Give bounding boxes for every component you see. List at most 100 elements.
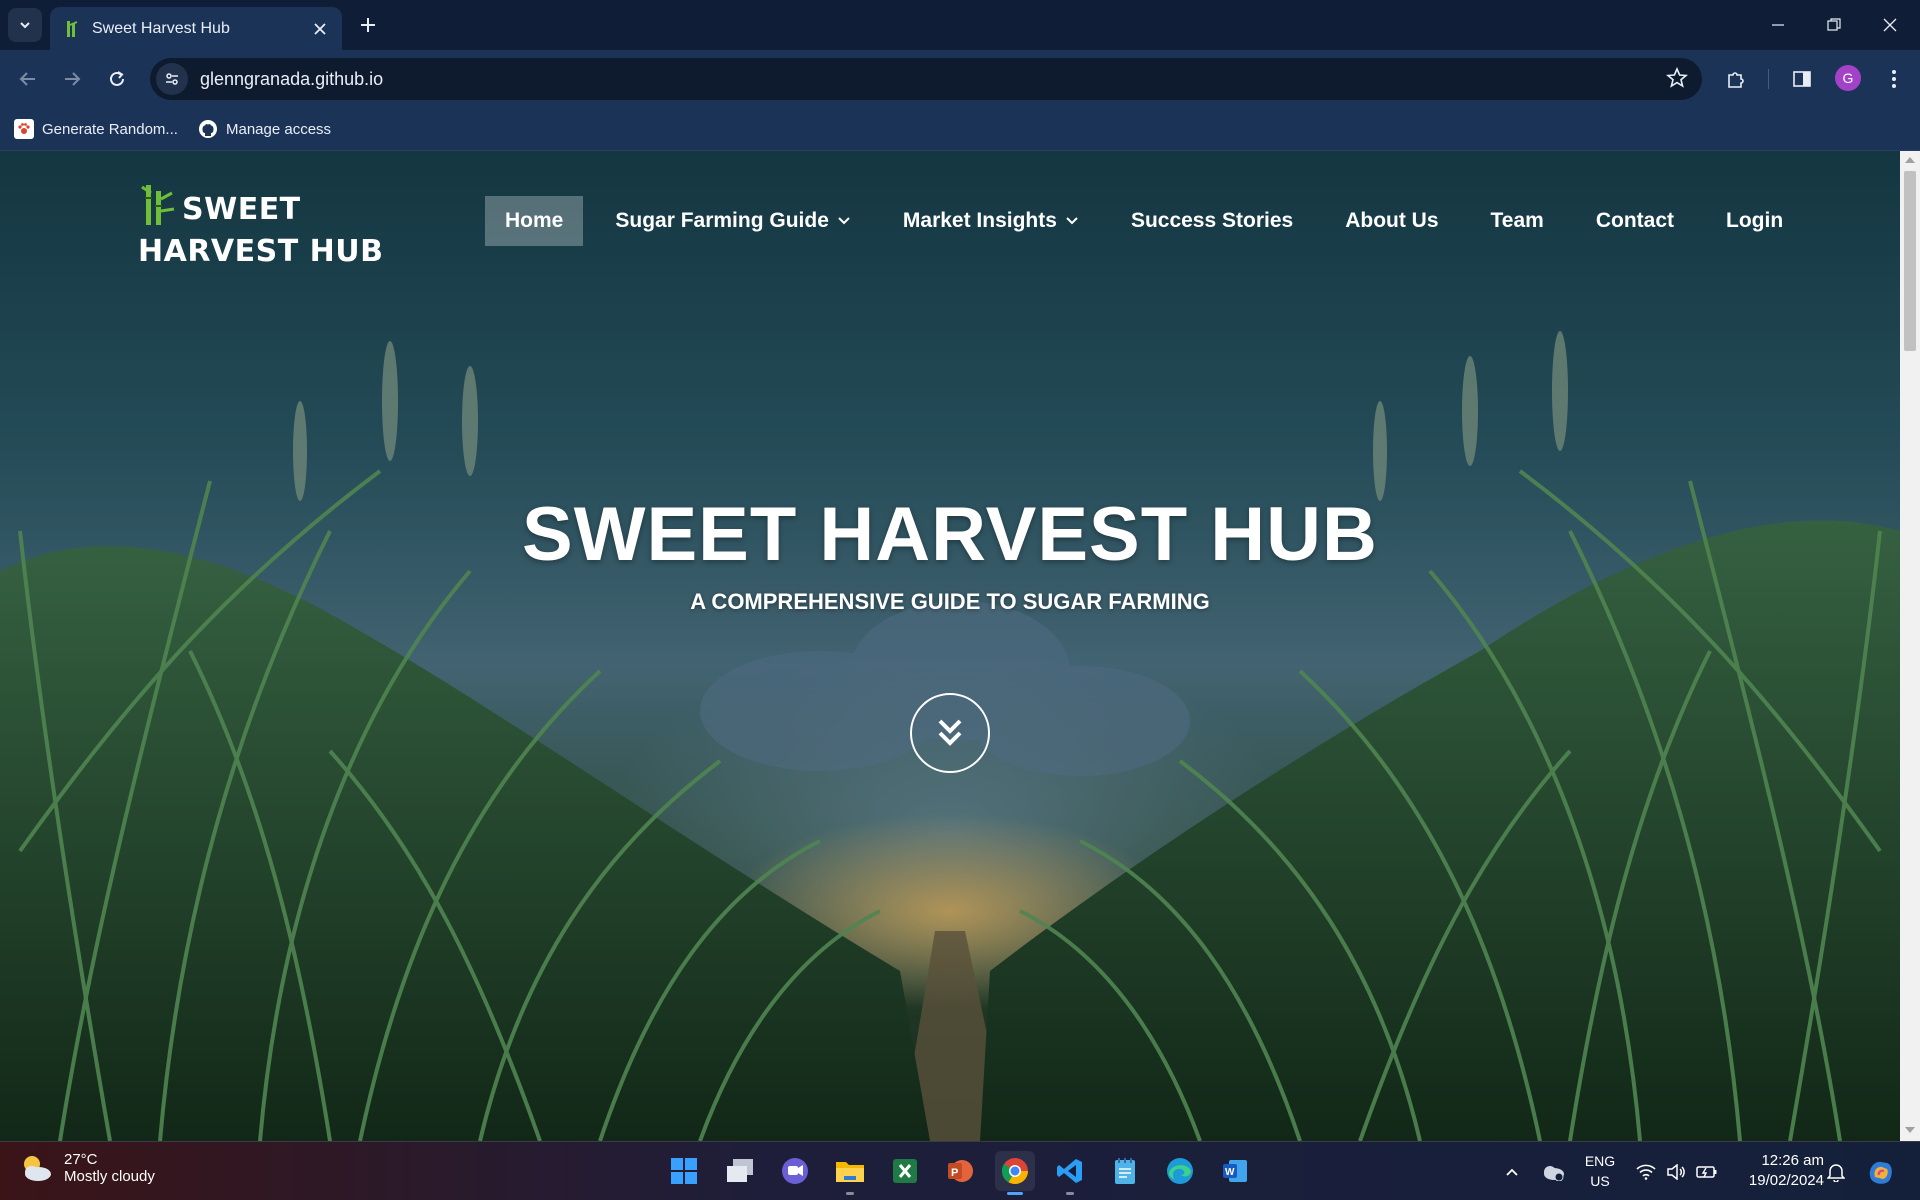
copilot-icon	[1869, 1161, 1892, 1184]
more-vertical-icon	[1892, 70, 1896, 88]
site-info-button[interactable]	[156, 63, 188, 95]
nav-label: Market Insights	[902, 209, 1057, 232]
bookmark-generate-random[interactable]: Generate Random...	[14, 116, 178, 142]
clock-time: 12:26 am	[1761, 1152, 1824, 1169]
chevron-down-icon	[20, 22, 30, 29]
github-icon	[198, 119, 218, 139]
word-app-button[interactable]: W	[1215, 1151, 1255, 1191]
nav-item-market-insights[interactable]: Market Insights	[883, 196, 1099, 246]
edge-app-button[interactable]	[1160, 1151, 1200, 1191]
address-bar[interactable]: glenngranada.github.io	[150, 58, 1702, 100]
browser-toolbar: glenngranada.github.io	[0, 50, 1920, 108]
minimize-icon	[1772, 24, 1784, 26]
scroll-down-arrow-icon[interactable]	[1905, 1127, 1915, 1133]
system-clock[interactable]: 12:26 am 19/02/2024	[1728, 1151, 1824, 1191]
nav-label: About Us	[1345, 209, 1439, 232]
nav-item-contact[interactable]: Contact	[1576, 196, 1694, 246]
nav-label: Home	[505, 209, 564, 232]
powerpoint-app-button[interactable]: P	[940, 1151, 980, 1191]
bookmark-label: Manage access	[226, 120, 332, 138]
volume-tray-button[interactable]	[1662, 1142, 1690, 1200]
nav-item-login[interactable]: Login	[1706, 196, 1803, 246]
browser-tab[interactable]: Sweet Harvest Hub	[50, 7, 342, 50]
show-hidden-icons-button[interactable]	[1498, 1142, 1526, 1200]
bookmarks-bar: Generate Random... Manage access	[0, 108, 1920, 151]
battery-charging-icon	[1696, 1165, 1717, 1178]
task-view-icon	[727, 1159, 753, 1182]
teams-app-button[interactable]	[775, 1151, 815, 1191]
hero-section: SWEET HARVEST HUB Home Sugar Farming Gui…	[0, 151, 1900, 1141]
side-panel-icon	[1793, 71, 1811, 87]
arrow-right-icon	[65, 72, 81, 86]
chevron-down-icon	[837, 216, 851, 226]
browser-menu-button[interactable]	[1878, 63, 1910, 95]
tab-search-button[interactable]	[8, 8, 42, 42]
notepad-app-button[interactable]	[1105, 1151, 1145, 1191]
onedrive-cloud-icon	[1544, 1165, 1564, 1181]
scroll-up-arrow-icon[interactable]	[1905, 157, 1915, 163]
nav-label: Team	[1490, 209, 1544, 232]
nav-item-sugar-farming-guide[interactable]: Sugar Farming Guide	[595, 196, 871, 246]
task-view-button[interactable]	[720, 1151, 760, 1191]
bamboo-favicon-icon	[67, 20, 78, 37]
chevron-up-icon	[1506, 1168, 1518, 1176]
speaker-icon	[1667, 1163, 1685, 1180]
new-tab-button[interactable]	[352, 9, 384, 41]
forward-button[interactable]	[56, 63, 88, 95]
scroll-down-button[interactable]	[910, 693, 990, 773]
running-indicator	[846, 1192, 854, 1195]
wifi-icon	[1636, 1164, 1656, 1180]
nav-item-success-stories[interactable]: Success Stories	[1111, 196, 1313, 246]
start-button[interactable]	[664, 1151, 704, 1191]
profile-avatar[interactable]: G	[1835, 65, 1861, 91]
nav-item-team[interactable]: Team	[1471, 196, 1564, 246]
hero-overlay	[0, 151, 1900, 1141]
cloud-moon-icon	[24, 1156, 51, 1181]
word-icon: W	[1223, 1160, 1247, 1182]
url-text[interactable]: glenngranada.github.io	[200, 69, 383, 90]
tab-title: Sweet Harvest Hub	[92, 19, 230, 37]
reload-button[interactable]	[101, 63, 133, 95]
nav-label: Sugar Farming Guide	[615, 209, 829, 232]
battery-tray-button[interactable]	[1692, 1142, 1722, 1200]
reload-icon	[110, 71, 124, 86]
notifications-button[interactable]	[1822, 1142, 1850, 1200]
nav-label: Login	[1726, 209, 1784, 232]
close-icon	[1883, 18, 1897, 32]
bookmark-manage-access[interactable]: Manage access	[198, 116, 331, 142]
onedrive-tray-button[interactable]	[1538, 1142, 1568, 1200]
nav-label: Success Stories	[1130, 209, 1294, 232]
weather-widget[interactable]: 27°C Mostly cloudy	[18, 1150, 155, 1186]
nav-item-about-us[interactable]: About Us	[1325, 196, 1458, 246]
vscode-icon	[1057, 1159, 1082, 1183]
bookmark-label: Generate Random...	[42, 120, 178, 138]
double-chevron-down-icon	[938, 719, 962, 746]
excel-icon	[893, 1159, 917, 1183]
language-indicator[interactable]: ENG US	[1578, 1151, 1622, 1191]
file-explorer-button[interactable]	[830, 1151, 870, 1195]
logo-text: SWEET HARVEST HUB	[138, 185, 384, 269]
copilot-button[interactable]	[1862, 1142, 1898, 1200]
windows-start-icon	[671, 1158, 697, 1184]
close-tab-icon[interactable]	[310, 19, 330, 39]
nav-item-home[interactable]: Home	[485, 196, 584, 246]
page-scrollbar[interactable]	[1900, 151, 1920, 1141]
language-code: ENG	[1584, 1153, 1616, 1169]
bookmark-star-icon[interactable]	[1666, 67, 1688, 89]
site-logo[interactable]: SWEET HARVEST HUB	[138, 183, 468, 273]
excel-app-button[interactable]	[885, 1151, 925, 1191]
chrome-app-button[interactable]	[995, 1151, 1035, 1195]
close-window-button[interactable]	[1862, 0, 1918, 50]
side-panel-button[interactable]	[1786, 63, 1818, 95]
minimize-button[interactable]	[1750, 0, 1806, 50]
wifi-tray-button[interactable]	[1632, 1142, 1660, 1200]
active-indicator	[1007, 1192, 1023, 1195]
restore-button[interactable]	[1806, 0, 1862, 50]
tune-icon	[166, 73, 178, 85]
puzzle-icon	[1728, 72, 1744, 88]
back-button[interactable]	[12, 63, 44, 95]
language-region: US	[1590, 1173, 1610, 1189]
vscode-app-button[interactable]	[1050, 1151, 1090, 1195]
extensions-button[interactable]	[1720, 63, 1752, 95]
scrollbar-thumb[interactable]	[1904, 171, 1916, 351]
